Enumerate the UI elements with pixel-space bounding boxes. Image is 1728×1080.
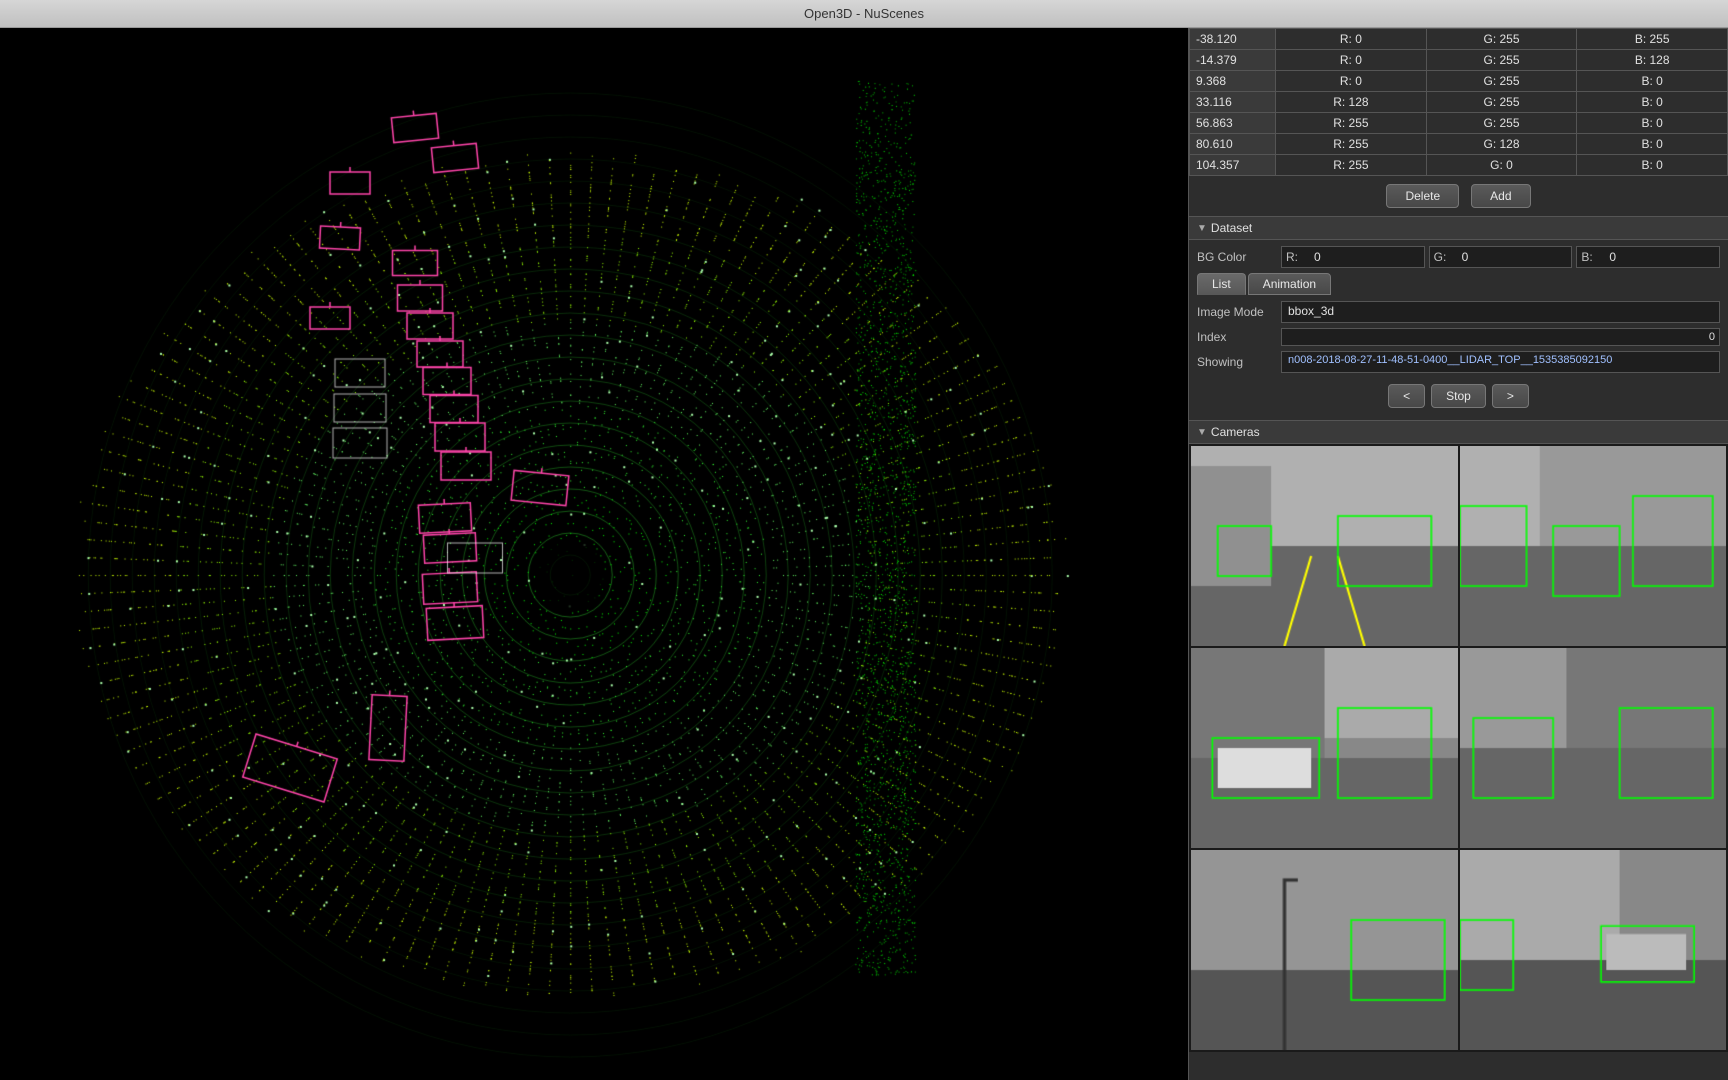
camera-view-cam-back-left [1460, 850, 1727, 1050]
color-r-cell: R: 0 [1276, 29, 1427, 50]
camera-view-cam-back-right [1460, 648, 1727, 848]
tabs-row: List Animation [1197, 273, 1720, 295]
camera-canvas-cam-front [1191, 446, 1458, 646]
color-b-cell: B: 128 [1577, 50, 1728, 71]
color-b-cell: B: 0 [1577, 113, 1728, 134]
camera-canvas-cam-front-right [1460, 446, 1727, 646]
bg-r-field[interactable]: R: 0 [1281, 246, 1425, 268]
color-table-row: 56.863 R: 255 G: 255 B: 0 [1190, 113, 1728, 134]
index-label: Index [1197, 330, 1277, 344]
color-table-row: 9.368 R: 0 G: 255 B: 0 [1190, 71, 1728, 92]
bg-r-value: 0 [1312, 250, 1424, 264]
color-b-cell: B: 0 [1577, 92, 1728, 113]
camera-canvas-cam-back-right [1460, 648, 1727, 848]
color-value-cell: 56.863 [1190, 113, 1276, 134]
dataset-label: Dataset [1211, 221, 1252, 235]
prev-button[interactable]: < [1388, 384, 1425, 408]
color-r-cell: R: 255 [1276, 155, 1427, 176]
bg-b-value: 0 [1607, 250, 1719, 264]
showing-value: n008-2018-08-27-11-48-51-0400__LIDAR_TOP… [1281, 351, 1720, 373]
camera-canvas-cam-back [1191, 850, 1458, 1050]
bg-color-label: BG Color [1197, 250, 1277, 264]
cameras-section-header: ▼ Cameras [1189, 420, 1728, 444]
color-value-cell: -14.379 [1190, 50, 1276, 71]
color-b-cell: B: 0 [1577, 155, 1728, 176]
color-table-row: 80.610 R: 255 G: 128 B: 0 [1190, 134, 1728, 155]
cameras-triangle: ▼ [1197, 427, 1207, 438]
color-b-cell: B: 0 [1577, 71, 1728, 92]
bg-color-row: BG Color R: 0 G: 0 B: 0 [1197, 246, 1720, 268]
image-mode-value[interactable]: bbox_3d [1281, 301, 1720, 323]
cameras-label: Cameras [1211, 425, 1260, 439]
dataset-section-header: ▼ Dataset [1189, 216, 1728, 240]
dataset-section: BG Color R: 0 G: 0 B: 0 List Animation [1189, 240, 1728, 420]
color-table-row: -38.120 R: 0 G: 255 B: 255 [1190, 29, 1728, 50]
bg-g-field[interactable]: G: 0 [1429, 246, 1573, 268]
btn-row: Delete Add [1189, 176, 1728, 216]
camera-view-cam-front-right [1460, 446, 1727, 646]
camera-canvas-cam-back-left [1460, 850, 1727, 1050]
cameras-grid [1189, 444, 1728, 1052]
camera-view-cam-back [1191, 850, 1458, 1050]
index-row: Index 0 [1197, 328, 1720, 346]
bg-g-value: 0 [1460, 250, 1572, 264]
color-g-cell: G: 255 [1426, 92, 1577, 113]
color-b-cell: B: 255 [1577, 29, 1728, 50]
3d-viewport[interactable] [0, 28, 1188, 1080]
color-value-cell: 33.116 [1190, 92, 1276, 113]
color-r-cell: R: 128 [1276, 92, 1427, 113]
color-g-cell: G: 0 [1426, 155, 1577, 176]
color-table-row: 33.116 R: 128 G: 255 B: 0 [1190, 92, 1728, 113]
color-b-cell: B: 0 [1577, 134, 1728, 155]
tab-list[interactable]: List [1197, 273, 1246, 295]
next-button[interactable]: > [1492, 384, 1529, 408]
image-mode-row: Image Mode bbox_3d [1197, 301, 1720, 323]
color-g-cell: G: 255 [1426, 50, 1577, 71]
delete-button[interactable]: Delete [1386, 184, 1459, 208]
nav-row: < Stop > [1197, 378, 1720, 414]
color-value-cell: 104.357 [1190, 155, 1276, 176]
camera-view-cam-front-left [1191, 648, 1458, 848]
index-slider[interactable]: 0 [1281, 328, 1720, 346]
image-mode-label: Image Mode [1197, 305, 1277, 319]
index-value: 0 [1709, 331, 1715, 343]
color-g-cell: G: 255 [1426, 113, 1577, 134]
showing-row: Showing n008-2018-08-27-11-48-51-0400__L… [1197, 351, 1720, 373]
pointcloud-canvas [0, 28, 1188, 1080]
title-text: Open3D - NuScenes [804, 6, 924, 21]
color-table: -38.120 R: 0 G: 255 B: 255 -14.379 R: 0 … [1189, 28, 1728, 176]
titlebar: Open3D - NuScenes [0, 0, 1728, 28]
color-table-row: 104.357 R: 255 G: 0 B: 0 [1190, 155, 1728, 176]
color-g-cell: G: 255 [1426, 71, 1577, 92]
color-value-cell: 80.610 [1190, 134, 1276, 155]
color-g-cell: G: 255 [1426, 29, 1577, 50]
color-r-cell: R: 0 [1276, 71, 1427, 92]
stop-button[interactable]: Stop [1431, 384, 1486, 408]
tab-animation[interactable]: Animation [1248, 273, 1331, 295]
right-panel: -38.120 R: 0 G: 255 B: 255 -14.379 R: 0 … [1188, 28, 1728, 1080]
dataset-triangle: ▼ [1197, 223, 1207, 234]
showing-label: Showing [1197, 355, 1277, 369]
camera-view-cam-front [1191, 446, 1458, 646]
camera-canvas-cam-front-left [1191, 648, 1458, 848]
color-value-cell: -38.120 [1190, 29, 1276, 50]
color-table-row: -14.379 R: 0 G: 255 B: 128 [1190, 50, 1728, 71]
color-value-cell: 9.368 [1190, 71, 1276, 92]
bg-b-field[interactable]: B: 0 [1576, 246, 1720, 268]
color-g-cell: G: 128 [1426, 134, 1577, 155]
color-r-cell: R: 255 [1276, 134, 1427, 155]
color-r-cell: R: 255 [1276, 113, 1427, 134]
color-r-cell: R: 0 [1276, 50, 1427, 71]
add-button[interactable]: Add [1471, 184, 1530, 208]
